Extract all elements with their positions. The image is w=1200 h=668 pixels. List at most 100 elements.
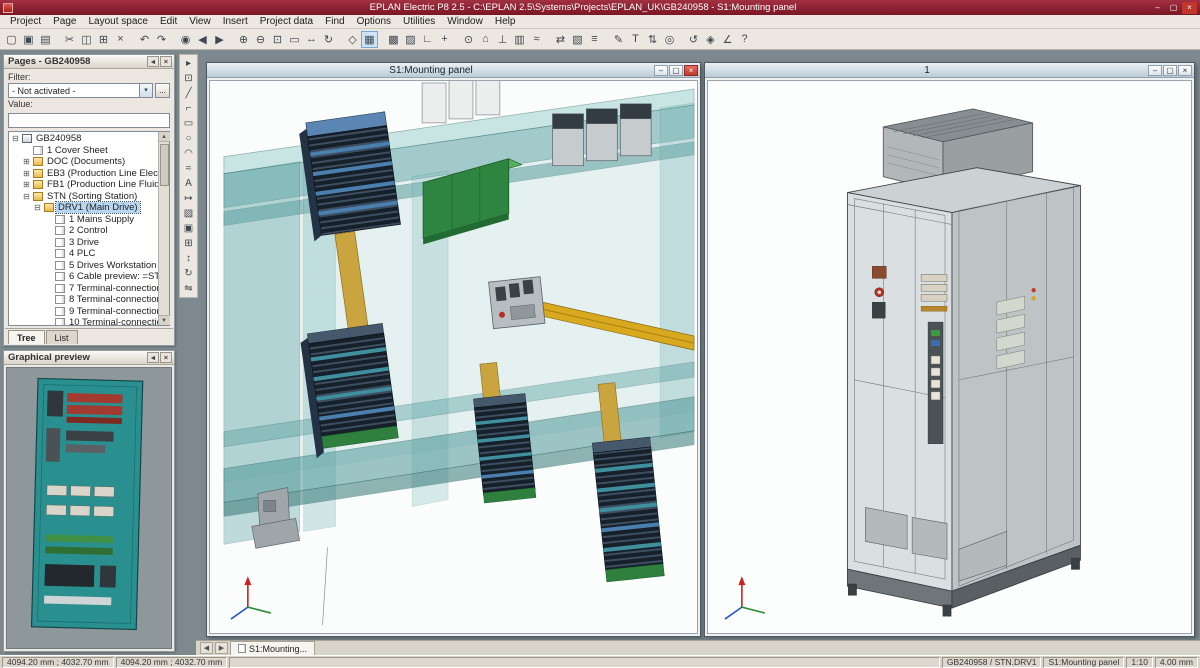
tab-s1-mounting-panel[interactable]: S1:Mounting... [230, 641, 315, 655]
viewport-left-titlebar[interactable]: S1:Mounting panel – ▢ × [207, 63, 700, 78]
panel-pin-icon[interactable]: ◂ [147, 352, 159, 363]
tree-expander-icon[interactable]: ⊞ [22, 180, 31, 189]
menu-item[interactable]: Project data [254, 16, 319, 27]
zoom-out-icon[interactable]: ⊖ [252, 31, 269, 48]
viewport-minimize-button[interactable]: – [1148, 65, 1162, 76]
plc-icon[interactable]: ▥ [511, 31, 528, 48]
tree-item[interactable]: 2 Control [9, 225, 158, 237]
close-button[interactable]: × [1182, 2, 1197, 14]
snap-to-grid-icon[interactable]: ▨ [402, 31, 419, 48]
rotate-tool-icon[interactable]: ↻ [181, 266, 196, 281]
move-tool-icon[interactable]: ↕ [181, 251, 196, 266]
arc-tool-icon[interactable]: ◠ [181, 146, 196, 161]
polyline-tool-icon[interactable]: ⌐ [181, 101, 196, 116]
menu-item[interactable]: View [183, 16, 217, 27]
tree-item[interactable]: ⊞ EB3 (Production Line Electrical) [9, 168, 158, 180]
insert-image-icon[interactable]: ▣ [181, 221, 196, 236]
viewport-maximize-button[interactable]: ▢ [1163, 65, 1177, 76]
parts-list-icon[interactable]: ≡ [586, 31, 603, 48]
sync-project-icon[interactable]: ⇅ [644, 31, 661, 48]
tree-item[interactable]: ⊞ FB1 (Production Line Fluid) [9, 179, 158, 191]
tree-expander-icon[interactable]: ⊞ [22, 157, 31, 166]
minimize-button[interactable]: – [1150, 2, 1165, 14]
menu-item[interactable]: Layout space [82, 16, 154, 27]
redraw-icon[interactable]: ↻ [320, 31, 337, 48]
menu-item[interactable]: Project [4, 16, 47, 27]
find-icon[interactable]: ◉ [177, 31, 194, 48]
mounting-panel-3d-scene[interactable] [210, 81, 697, 633]
help-icon[interactable]: ? [736, 31, 753, 48]
settings-icon[interactable]: ◎ [661, 31, 678, 48]
viewport-close-button[interactable]: × [1178, 65, 1192, 76]
tree-item[interactable]: 6 Cable preview: =STN+ [9, 271, 158, 283]
viewport-close-button[interactable]: × [684, 65, 698, 76]
dimension-tool-icon[interactable]: ↦ [181, 191, 196, 206]
tree-item[interactable]: 8 Terminal-connection d... [9, 294, 158, 306]
zoom-window-icon[interactable]: ⊡ [269, 31, 286, 48]
cut-icon[interactable]: ✂ [61, 31, 78, 48]
tree-item[interactable]: 3 Drive [9, 237, 158, 249]
tab-list[interactable]: List [46, 330, 78, 344]
rotate-view-icon[interactable]: ↺ [685, 31, 702, 48]
hatch-tool-icon[interactable]: ▨ [181, 206, 196, 221]
maximize-button[interactable]: ▢ [1166, 2, 1181, 14]
tree-item[interactable]: 1 Cover Sheet [9, 145, 158, 157]
layout-space-navigator-icon[interactable]: ◇ [344, 31, 361, 48]
viewport-window-icon[interactable]: ▦ [361, 31, 378, 48]
print-icon[interactable]: ▤ [37, 31, 54, 48]
menu-item[interactable]: Page [47, 16, 82, 27]
panel-close-icon[interactable]: × [160, 56, 172, 67]
insert-symbol-icon[interactable]: ⊙ [460, 31, 477, 48]
menu-item[interactable]: Help [489, 16, 522, 27]
tree-expander-icon[interactable]: ⊟ [11, 134, 20, 143]
spline-tool-icon[interactable]: ≈ [181, 161, 196, 176]
view-3d-icon[interactable]: ◈ [702, 31, 719, 48]
scroll-up-icon[interactable]: ▲ [159, 132, 170, 142]
delete-icon[interactable]: × [112, 31, 129, 48]
menu-item[interactable]: Utilities [397, 16, 441, 27]
redo-icon[interactable]: ↷ [153, 31, 170, 48]
line-tool-icon[interactable]: ╱ [181, 86, 196, 101]
chevron-down-icon[interactable]: ▾ [139, 84, 152, 97]
tab-tree[interactable]: Tree [8, 330, 45, 344]
connections-icon[interactable]: ⇄ [552, 31, 569, 48]
selection-tool-icon[interactable]: ▸ [181, 56, 196, 71]
menu-item[interactable]: Insert [217, 16, 254, 27]
tree-item[interactable]: ⊟ GB240958 [9, 133, 158, 145]
menu-item[interactable]: Find [319, 16, 350, 27]
paste-icon[interactable]: ⊞ [95, 31, 112, 48]
viewport-minimize-button[interactable]: – [654, 65, 668, 76]
group-tool-icon[interactable]: ⊞ [181, 236, 196, 251]
tab-scroll-left-icon[interactable]: ◀ [200, 642, 213, 654]
properties-icon[interactable]: ✎ [610, 31, 627, 48]
viewport-right-titlebar[interactable]: 1 – ▢ × [705, 63, 1194, 78]
tree-item[interactable]: ⊟ DRV1 (Main Drive) [9, 202, 158, 214]
menu-item[interactable]: Options [351, 16, 397, 27]
tree-expander-icon[interactable]: ⊟ [22, 192, 31, 201]
reports-icon[interactable]: ▧ [569, 31, 586, 48]
tree-item[interactable]: 10 Terminal-connection ... [9, 317, 158, 325]
ortho-mode-icon[interactable]: ∟ [419, 31, 436, 48]
previous-page-icon[interactable]: ◀ [194, 31, 211, 48]
terminal-strip-icon[interactable]: ⊥ [494, 31, 511, 48]
tree-item[interactable]: 7 Terminal-connection d... [9, 283, 158, 295]
grid-icon[interactable]: ▩ [385, 31, 402, 48]
tree-item[interactable]: 4 PLC [9, 248, 158, 260]
tree-expander-icon[interactable]: ⊞ [22, 169, 31, 178]
tree-item[interactable]: 5 Drives Workstation 1 [9, 260, 158, 272]
tree-scrollbar[interactable]: ▲ ▼ [158, 132, 169, 325]
tree-item[interactable]: 9 Terminal-connection d... [9, 306, 158, 318]
copy-icon[interactable]: ◫ [78, 31, 95, 48]
open-icon[interactable]: ▣ [20, 31, 37, 48]
menu-item[interactable]: Edit [154, 16, 183, 27]
panel-close-icon[interactable]: × [160, 352, 172, 363]
mirror-tool-icon[interactable]: ⇋ [181, 281, 196, 296]
zoom-in-icon[interactable]: ⊕ [235, 31, 252, 48]
viewport-maximize-button[interactable]: ▢ [669, 65, 683, 76]
pan-icon[interactable]: ↔ [303, 31, 320, 48]
next-page-icon[interactable]: ▶ [211, 31, 228, 48]
measure-icon[interactable]: ∠ [719, 31, 736, 48]
coordinate-input-icon[interactable]: + [436, 31, 453, 48]
text-tool-icon[interactable]: A [181, 176, 196, 191]
enclosure-canvas[interactable] [707, 80, 1192, 634]
